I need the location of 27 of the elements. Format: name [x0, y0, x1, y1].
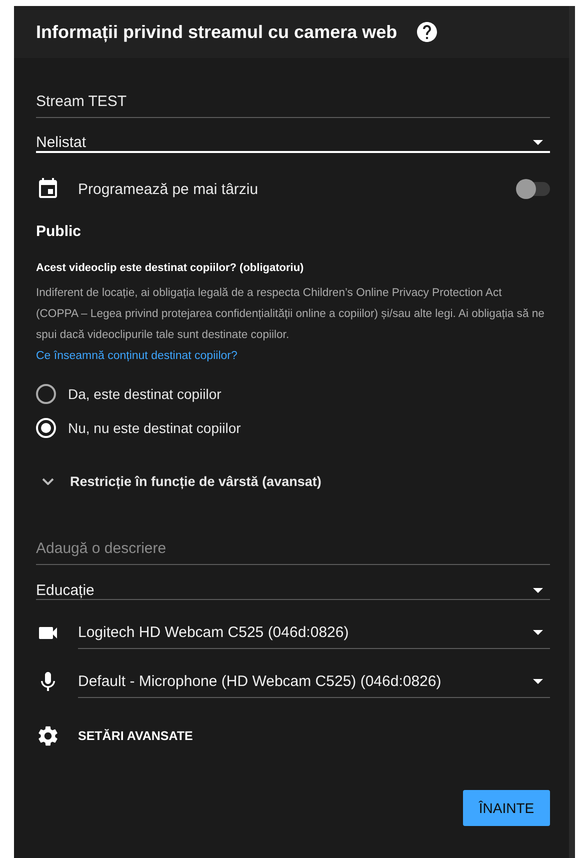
advanced-settings-button[interactable]: SETĂRI AVANSATE [36, 724, 193, 748]
dialog-title: Informații privind streamul cu camera web [36, 22, 398, 42]
schedule-label: Programează pe mai târziu [78, 180, 260, 198]
help-icon[interactable] [415, 20, 440, 44]
settings-icon [36, 724, 60, 748]
next-button[interactable]: ÎNAINTE [463, 790, 550, 826]
age-restriction-toggle[interactable]: Restricție în funcție de vârstă (avansat) [36, 474, 322, 489]
title-field[interactable]: Stream TEST [36, 86, 550, 118]
audience-description: Indiferent de locație, ai obligația legală de a respecta Children’s Online Privacy Protection Act (COPPA – Legea privind protejarea confidențialității online a copiilor) și/sau alte legi. Ai obligația să ne spui dacă videoclipurile tale sunt destinate copiilor. [36, 286, 546, 343]
caret-icon [533, 630, 543, 634]
camera-select[interactable]: Logitech HD Webcam C525 (046d:0826) [78, 616, 550, 649]
calendar-icon [36, 177, 60, 201]
audience-radio-option[interactable]: Da, este destinat copiilor [36, 384, 222, 404]
audience-radio-option[interactable]: Nu, nu este destinat copiilor [36, 418, 241, 438]
category-select[interactable]: Educație [36, 582, 550, 600]
caret-icon [533, 140, 543, 145]
visibility-select[interactable]: Nelistat [36, 134, 550, 153]
audience-question: Acest videoclip este destinat copiilor? (obligatoriu) [36, 262, 305, 274]
help-link[interactable]: Ce înseamnă conținut destinat copiilor? [36, 346, 238, 366]
schedule-toggle[interactable] [518, 182, 550, 196]
caret-icon [533, 588, 543, 593]
section-heading: Public [36, 223, 82, 240]
radio-button[interactable] [36, 384, 56, 404]
caret-icon [533, 678, 543, 684]
description-field[interactable]: Adaugă o descriere [36, 533, 550, 565]
toggle-thumb[interactable] [516, 179, 536, 199]
microphone-select[interactable]: Default - Microphone (HD Webcam C525) (046d:0826) [78, 665, 550, 698]
